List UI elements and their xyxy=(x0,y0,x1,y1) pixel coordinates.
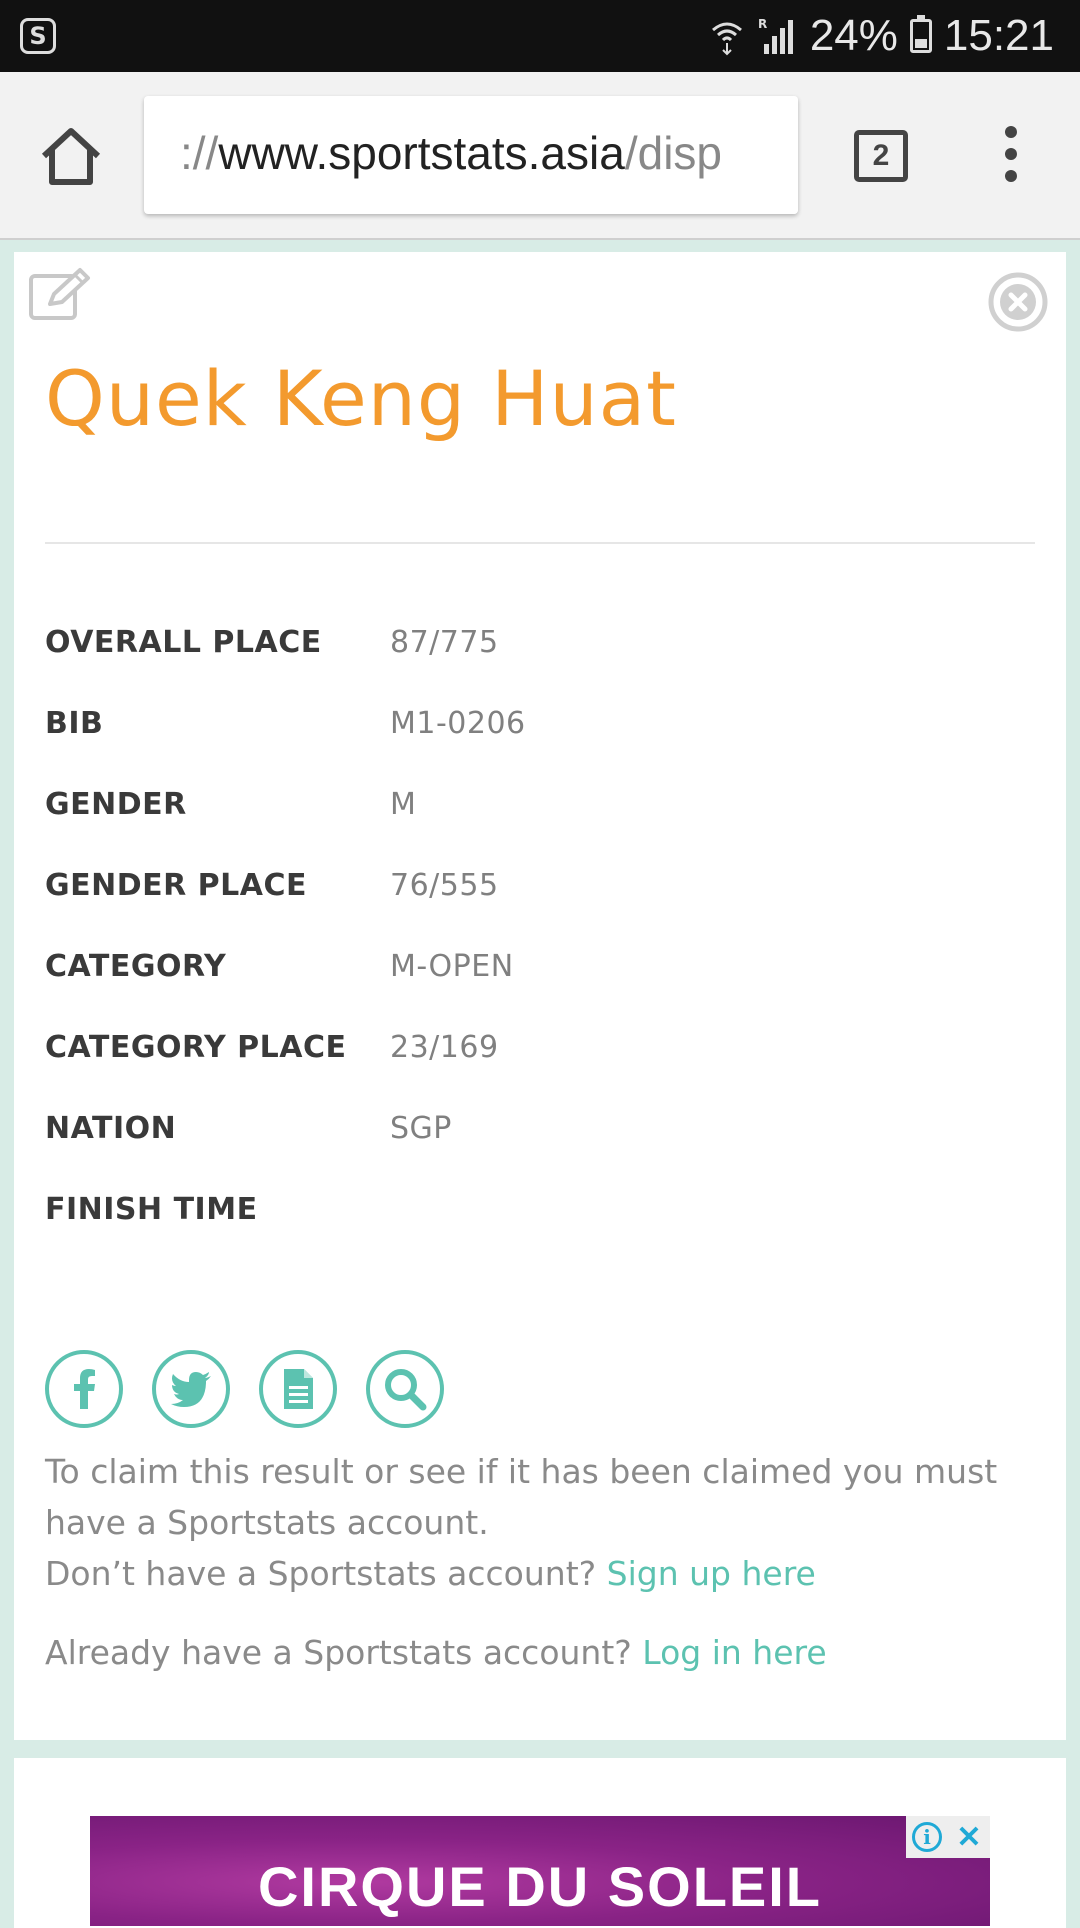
stat-value: 76/555 xyxy=(390,868,499,903)
login-link[interactable]: Log in here xyxy=(642,1633,826,1672)
browser-toolbar: ://www.sportstats.asia/disp 2 xyxy=(0,72,1080,240)
stat-value: 23/169 xyxy=(390,1030,499,1065)
twitter-icon xyxy=(171,1372,211,1407)
info-icon: i xyxy=(912,1822,942,1852)
stat-label: CATEGORY PLACE xyxy=(45,1030,347,1065)
ad-close-button[interactable]: ✕ xyxy=(948,1816,990,1858)
wifi-icon xyxy=(711,22,742,56)
stat-value: M xyxy=(390,787,417,822)
ad-text: CIRQUE DU SOLEIL xyxy=(257,1855,823,1918)
claim-text: To claim this result or see if it has be… xyxy=(45,1452,998,1542)
status-right: R 24% 15:21 xyxy=(710,8,1054,64)
stat-row-category: CATEGORY M-OPEN xyxy=(45,933,1035,1014)
divider xyxy=(45,542,1035,544)
stat-label: CATEGORY xyxy=(45,949,227,984)
signup-line: Don’t have a Sportstats account? Sign up… xyxy=(45,1554,816,1593)
svg-text:R: R xyxy=(758,17,767,31)
share-actions xyxy=(45,1350,444,1428)
stat-label: BIB xyxy=(45,706,104,741)
athlete-name: Quek Keng Huat xyxy=(45,354,677,443)
stat-row-gender-place: GENDER PLACE 76/555 xyxy=(45,852,1035,933)
certificate-button[interactable] xyxy=(259,1350,337,1428)
ad-controls: i ✕ xyxy=(906,1816,990,1858)
tab-switcher-button[interactable]: 2 xyxy=(854,130,908,182)
stat-row-nation: NATION SGP xyxy=(45,1095,1035,1176)
stat-row-category-place: CATEGORY PLACE 23/169 xyxy=(45,1014,1035,1095)
stat-row-overall-place: OVERALL PLACE 87/775 xyxy=(45,609,1035,690)
stat-row-bib: BIB M1-0206 xyxy=(45,690,1035,771)
home-icon[interactable] xyxy=(38,126,104,186)
login-line: Already have a Sportstats account? Log i… xyxy=(45,1633,827,1672)
ad-info-button[interactable]: i xyxy=(906,1816,948,1858)
search-icon xyxy=(385,1369,427,1411)
close-circle-icon[interactable] xyxy=(987,271,1049,333)
edit-icon[interactable] xyxy=(28,266,92,322)
facebook-icon xyxy=(74,1369,95,1409)
result-card: Quek Keng Huat OVERALL PLACE 87/775 BIB … xyxy=(14,252,1066,1740)
stat-value: SGP xyxy=(390,1111,452,1146)
ad-banner[interactable]: CIRQUE DU SOLEIL i ✕ xyxy=(90,1816,990,1926)
search-button[interactable] xyxy=(366,1350,444,1428)
stat-label: NATION xyxy=(45,1111,177,1146)
ad-container: CIRQUE DU SOLEIL i ✕ xyxy=(14,1758,1066,1928)
stat-value: 87/775 xyxy=(390,625,499,660)
stat-value: M1-0206 xyxy=(390,706,526,741)
battery-percent: 24% xyxy=(809,11,898,60)
stats-list: OVERALL PLACE 87/775 BIB M1-0206 GENDER … xyxy=(45,609,1035,1257)
facebook-button[interactable] xyxy=(45,1350,123,1428)
stat-value: M-OPEN xyxy=(390,949,514,984)
stat-label: GENDER xyxy=(45,787,187,822)
stat-row-finish-time: FINISH TIME xyxy=(45,1176,1035,1257)
signal-icon: R xyxy=(758,17,793,54)
stat-label: FINISH TIME xyxy=(45,1192,258,1227)
stat-label: OVERALL PLACE xyxy=(45,625,322,660)
clock: 15:21 xyxy=(943,11,1054,60)
status-bar: S R 24% 15:21 xyxy=(0,0,1080,72)
notification-s-icon: S xyxy=(20,18,56,54)
twitter-button[interactable] xyxy=(152,1350,230,1428)
claim-section: To claim this result or see if it has be… xyxy=(45,1446,1035,1678)
stat-label: GENDER PLACE xyxy=(45,868,307,903)
battery-icon xyxy=(909,15,932,53)
document-icon xyxy=(284,1369,313,1409)
stat-row-gender: GENDER M xyxy=(45,771,1035,852)
url-bar[interactable]: ://www.sportstats.asia/disp xyxy=(144,96,798,214)
url-text: ://www.sportstats.asia/disp xyxy=(180,127,722,179)
signup-link[interactable]: Sign up here xyxy=(607,1554,816,1593)
menu-icon[interactable] xyxy=(998,126,1024,186)
